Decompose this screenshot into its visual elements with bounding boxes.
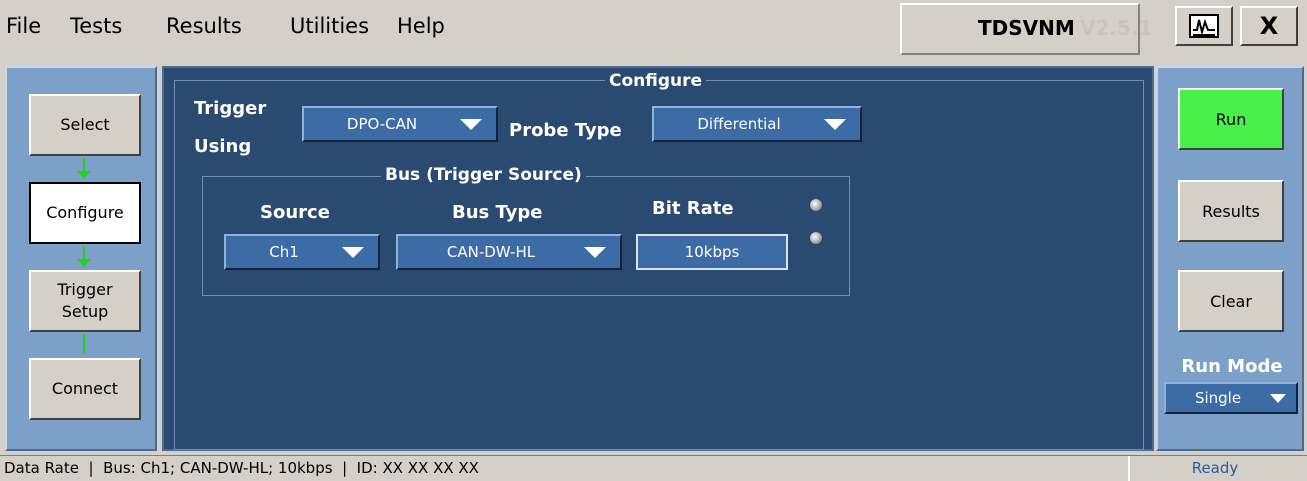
step-panel: Select Configure Trigger Setup Connect: [5, 66, 157, 451]
chevron-down-icon: [1270, 393, 1286, 403]
trigger-using-label-line2: Using: [194, 136, 252, 157]
step-trigger-setup-label: Trigger Setup: [57, 279, 112, 323]
action-panel: Run Results Clear Run Mode Single: [1156, 66, 1304, 451]
minimize-scope-button[interactable]: [1175, 6, 1233, 46]
configure-panel: Configure Trigger Using DPO-CAN Probe Ty…: [162, 66, 1154, 451]
bit-rate-field[interactable]: 10kbps: [636, 234, 788, 270]
menu-results[interactable]: Results: [166, 14, 242, 38]
status-ready: Ready: [1191, 459, 1239, 477]
trigger-line-2: Setup: [61, 302, 109, 321]
source-value: Ch1: [269, 243, 299, 261]
trigger-using-label-line1: Trigger: [194, 98, 267, 119]
bus-group-title: Bus (Trigger Source): [381, 165, 586, 185]
probe-type-dropdown[interactable]: Differential: [652, 106, 862, 142]
bus-type-label: Bus Type: [452, 202, 543, 223]
flow-connector-line: [83, 334, 85, 354]
status-bar: Data Rate | Bus: Ch1; CAN-DW-HL; 10kbps …: [0, 455, 1307, 481]
status-text: Data Rate | Bus: Ch1; CAN-DW-HL; 10kbps …: [4, 459, 479, 477]
source-dropdown[interactable]: Ch1: [224, 234, 380, 270]
status-ready-box: Ready: [1128, 456, 1307, 481]
step-select-button[interactable]: Select: [29, 94, 141, 156]
menu-utilities[interactable]: Utilities: [290, 14, 369, 38]
configure-title: Configure: [605, 71, 707, 91]
source-label: Source: [260, 202, 330, 223]
results-button[interactable]: Results: [1178, 180, 1284, 242]
trigger-using-value: DPO-CAN: [346, 115, 418, 133]
chevron-down-icon: [460, 118, 482, 130]
flow-arrow-icon: [77, 171, 91, 179]
menu-file[interactable]: File: [6, 14, 41, 38]
chevron-down-icon: [824, 118, 846, 130]
bus-type-dropdown[interactable]: CAN-DW-HL: [396, 234, 622, 270]
close-button[interactable]: X: [1240, 6, 1298, 46]
app-window: File Tests Results Utilities Help TDSVNM…: [0, 0, 1307, 481]
bit-rate-label: Bit Rate: [652, 198, 734, 219]
app-version: V2.5.1: [1080, 16, 1153, 40]
chevron-down-icon: [342, 246, 364, 258]
probe-type-value: Differential: [697, 115, 781, 133]
bus-type-value: CAN-DW-HL: [446, 243, 536, 261]
menu-help[interactable]: Help: [397, 14, 445, 38]
run-button[interactable]: Run: [1178, 88, 1284, 150]
run-mode-dropdown[interactable]: Single: [1164, 382, 1298, 414]
step-connect-button[interactable]: Connect: [29, 358, 141, 420]
scope-waveform-icon: [1189, 14, 1219, 38]
menu-bar: File Tests Results Utilities Help TDSVNM…: [0, 0, 1307, 58]
knob-icon[interactable]: [809, 231, 823, 245]
step-configure-button[interactable]: Configure: [29, 182, 141, 244]
knob-icon[interactable]: [809, 198, 823, 212]
trigger-line-1: Trigger: [57, 280, 113, 299]
chevron-down-icon: [584, 246, 606, 258]
run-mode-value: Single: [1194, 389, 1242, 407]
flow-arrow-line: [83, 158, 85, 172]
flow-arrow-line: [83, 246, 85, 260]
trigger-using-dropdown[interactable]: DPO-CAN: [302, 106, 498, 142]
app-title: TDSVNM: [978, 16, 1075, 40]
run-mode-label: Run Mode: [1181, 356, 1283, 377]
menu-tests[interactable]: Tests: [70, 14, 122, 38]
flow-arrow-icon: [77, 259, 91, 267]
probe-type-label: Probe Type: [509, 120, 622, 141]
clear-button[interactable]: Clear: [1178, 270, 1284, 332]
step-trigger-setup-button[interactable]: Trigger Setup: [29, 270, 141, 332]
